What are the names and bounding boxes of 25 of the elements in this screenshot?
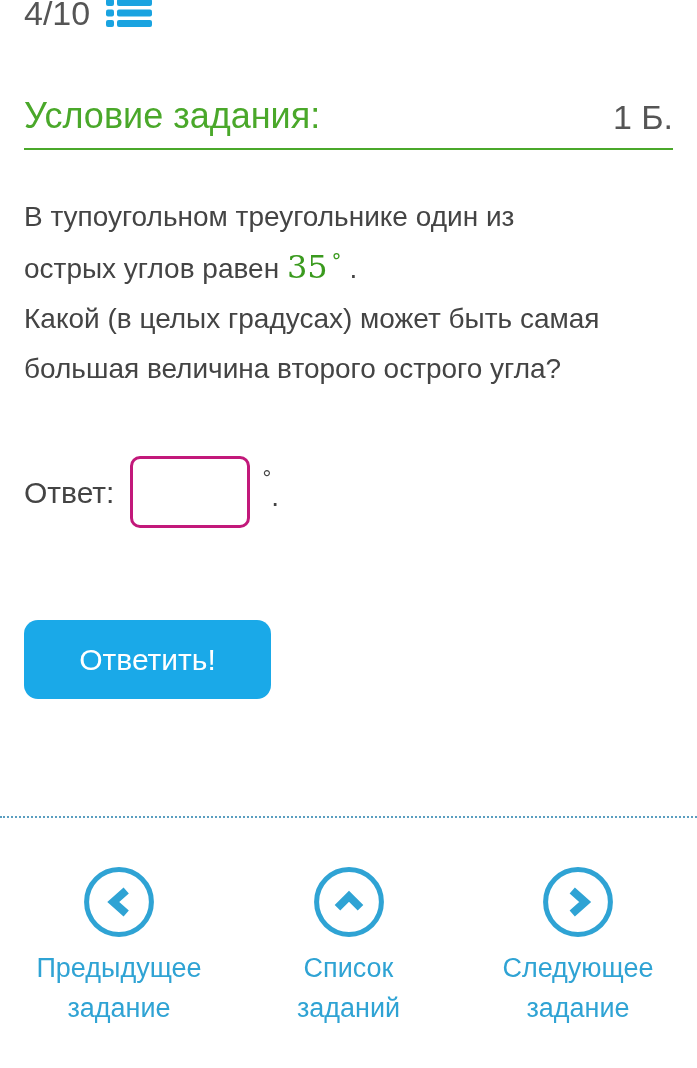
up-chevron-icon [312,866,385,938]
math-value: 35 [286,248,328,286]
statement-text: острых углов равен [24,253,280,284]
question-text: Какой (в целых градусах) может быть самая большая величина второго острого угла? [24,302,601,386]
section-heading: Условие задания: [24,98,321,134]
nav-link[interactable]: Список заданий [258,948,439,1028]
nav-link[interactable]: Предыдущее задание [29,948,209,1028]
list-icon [106,0,153,28]
nav-circle-button[interactable] [312,866,385,938]
points-label: 1 Б. [612,100,673,134]
answer-field[interactable] [130,456,251,528]
question-counter: 4/10 [24,0,91,30]
right-chevron-icon [542,866,614,938]
statement-period: . [349,253,358,284]
degree-sign: ° [331,249,342,273]
nav-circle-button[interactable] [83,866,155,938]
nav-circle-button[interactable] [542,866,614,938]
answer-period: . [271,480,280,514]
degree-sign: ° [262,464,272,493]
left-chevron-icon [83,866,155,938]
nav-link[interactable]: Следующее задание [488,948,668,1028]
answer-label: Ответ: [24,474,115,511]
statement-text: В тупоугольном треугольнике один из [24,200,516,234]
submit-button[interactable]: Ответить! [24,620,271,699]
task-list-button[interactable] [106,0,153,28]
